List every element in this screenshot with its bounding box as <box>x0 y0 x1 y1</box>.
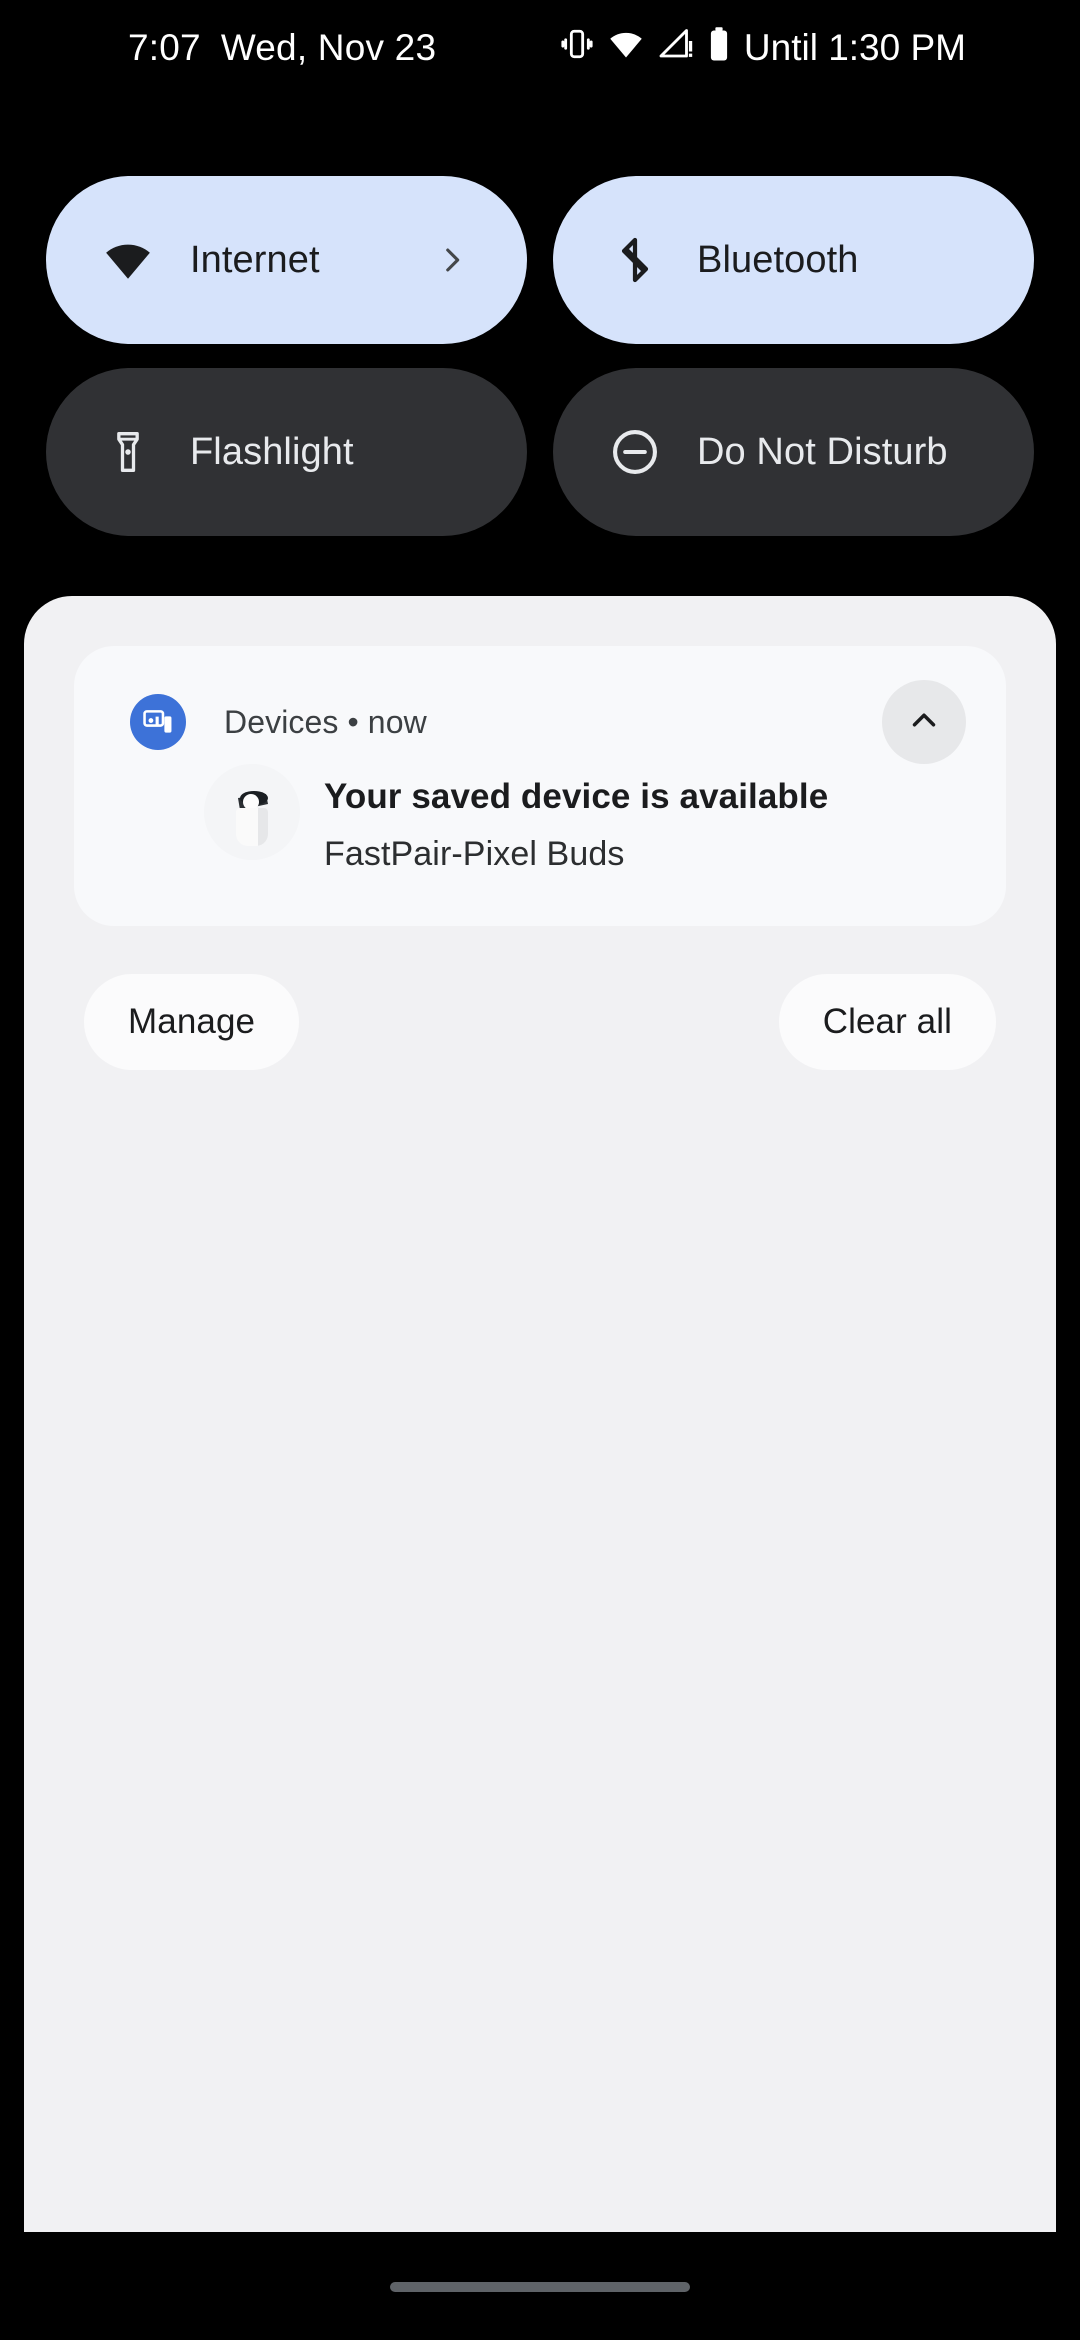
notification-expand-button[interactable] <box>882 680 966 764</box>
dnd-until-label: Until 1:30 PM <box>743 27 966 68</box>
notification-app-meta: Devices • now <box>224 703 427 740</box>
notification-text-block: Your saved device is available FastPair-… <box>324 776 828 875</box>
status-date: Wed, Nov 23 <box>220 27 437 68</box>
quick-settings-grid: Internet Bluetooth Flashlight Do Not Dis… <box>46 176 1034 536</box>
notification-subtitle: FastPair-Pixel Buds <box>324 835 625 873</box>
navigation-handle[interactable] <box>390 2282 690 2292</box>
shade-action-row: Manage Clear all <box>84 974 996 1070</box>
battery-icon <box>707 26 731 71</box>
qs-tile-label-bluetooth: Bluetooth <box>697 238 859 281</box>
cellular-signal-warning-icon <box>658 26 694 71</box>
notification-header: Devices • now <box>130 680 966 764</box>
dnd-minus-circle-icon <box>609 426 661 478</box>
notification-shade: Devices • now Your saved device is avail… <box>24 596 1056 2232</box>
chevron-up-icon <box>905 701 943 744</box>
chevron-right-icon[interactable] <box>435 243 469 277</box>
qs-tile-flashlight[interactable]: Flashlight <box>46 368 527 536</box>
qs-tile-label-internet: Internet <box>190 238 320 281</box>
qs-tile-label-do-not-disturb: Do Not Disturb <box>697 430 948 473</box>
pixel-buds-case-image <box>204 764 300 860</box>
qs-tile-internet[interactable]: Internet <box>46 176 527 344</box>
qs-tile-label-flashlight: Flashlight <box>190 430 354 473</box>
qs-tile-do-not-disturb[interactable]: Do Not Disturb <box>553 368 1034 536</box>
devices-icon <box>130 694 186 750</box>
wifi-icon <box>102 234 154 286</box>
bluetooth-icon <box>609 234 661 286</box>
vibrate-icon <box>560 26 594 71</box>
status-bar: 7:07 Wed, Nov 23 Until 1:30 PM <box>0 0 1080 96</box>
status-bar-right: Until 1:30 PM <box>560 26 966 71</box>
wifi-icon <box>607 26 645 71</box>
clear-all-button[interactable]: Clear all <box>778 974 996 1070</box>
notification-title: Your saved device is available <box>324 777 829 816</box>
status-bar-left: 7:07 Wed, Nov 23 <box>128 27 436 69</box>
qs-tile-bluetooth[interactable]: Bluetooth <box>553 176 1034 344</box>
notification-body: Your saved device is available FastPair-… <box>204 764 956 875</box>
manage-button[interactable]: Manage <box>84 974 300 1070</box>
flashlight-icon <box>102 426 154 478</box>
notification-card[interactable]: Devices • now Your saved device is avail… <box>74 646 1006 926</box>
status-clock: 7:07 <box>128 27 201 68</box>
